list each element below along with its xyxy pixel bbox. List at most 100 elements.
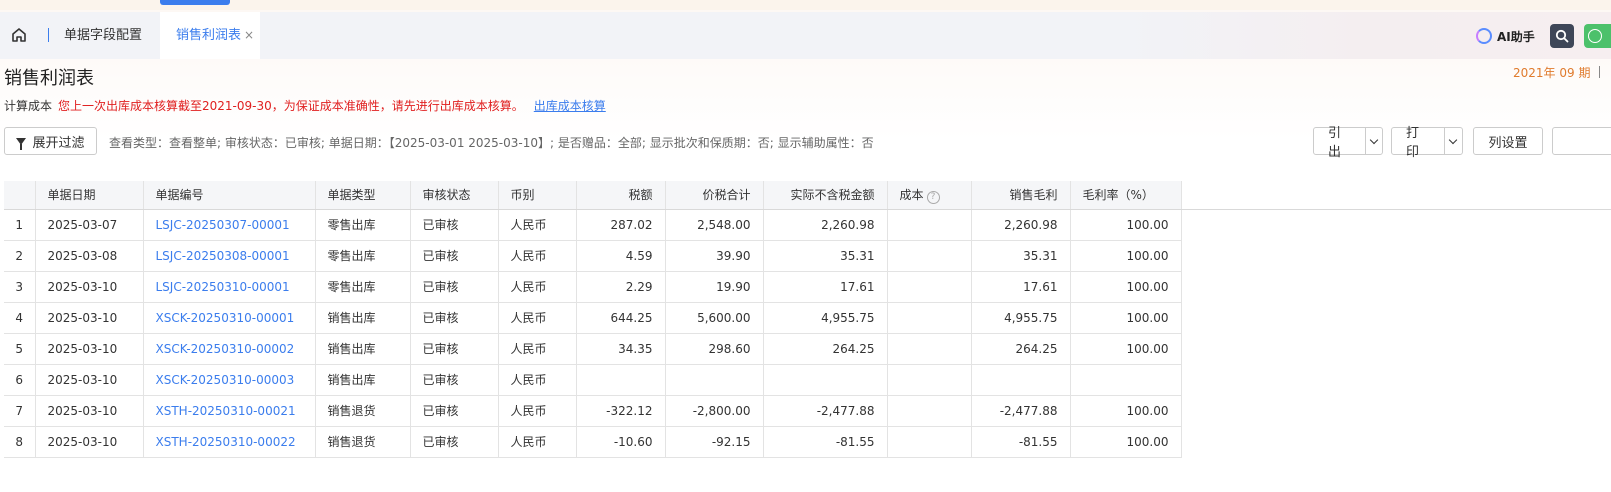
export-dropdown[interactable] <box>1364 128 1382 154</box>
column-header-cost[interactable]: 成本? <box>887 181 972 210</box>
status-cell: 已审核 <box>410 240 499 272</box>
cost-cell <box>887 364 972 396</box>
accounting-period[interactable]: 2021年 09 期 <box>1513 64 1590 81</box>
table-row[interactable]: 7 2025-03-10 XSTH-20250310-00021 销售退货 已审核 人民币… <box>4 395 1611 427</box>
export-button[interactable]: 引出 <box>1313 126 1383 160</box>
total-cell <box>665 364 764 396</box>
row-filler <box>1181 302 1611 333</box>
column-header-doctype[interactable]: 单据类型 <box>315 181 411 210</box>
tax-cell: 644.25 <box>576 302 666 334</box>
margin-cell: 100.00 <box>1070 333 1182 365</box>
report-table-container: 单据日期 单据编号 单据类型 审核状态 币别 税额 价税合计 实际不含税金额 成… <box>4 181 1611 492</box>
close-icon[interactable]: × <box>244 28 254 42</box>
date-cell: 2025-03-10 <box>35 364 144 396</box>
sales-profit-table: 单据日期 单据编号 单据类型 审核状态 币别 税额 价税合计 实际不含税金额 成… <box>4 181 1611 458</box>
status-cell: 已审核 <box>410 271 499 303</box>
table-row[interactable]: 5 2025-03-10 XSCK-20250310-00002 销售出库 已审核 人民币… <box>4 333 1611 365</box>
table-row[interactable]: 6 2025-03-10 XSCK-20250310-00003 销售出库 已审核 人民币 <box>4 364 1611 396</box>
table-row[interactable]: 8 2025-03-10 XSTH-20250310-00022 销售退货 已审核 人民币… <box>4 426 1611 458</box>
gross-profit-cell: 264.25 <box>971 333 1071 365</box>
more-button[interactable] <box>1552 127 1611 155</box>
cost-cell <box>887 240 972 272</box>
table-row[interactable]: 4 2025-03-10 XSCK-20250310-00001 销售出库 已审核 人民币… <box>4 302 1611 334</box>
currency-cell: 人民币 <box>498 271 577 303</box>
currency-cell: 人民币 <box>498 240 577 272</box>
doc-number-link[interactable]: XSTH-20250310-00021 <box>143 395 316 427</box>
margin-cell: 100.00 <box>1070 209 1182 241</box>
check-circle-icon <box>1588 29 1602 43</box>
export-label: 引出 <box>1328 126 1342 160</box>
doc-type-cell: 零售出库 <box>315 240 411 272</box>
print-button[interactable]: 打印 <box>1391 126 1463 160</box>
column-header-margin[interactable]: 毛利率（%） <box>1070 181 1182 210</box>
help-icon[interactable]: ? <box>926 190 940 204</box>
table-row[interactable]: 1 2025-03-07 LSJC-20250307-00001 零售出库 已审核 人民币… <box>4 209 1611 241</box>
total-cell: 19.90 <box>665 271 764 303</box>
column-header-net-amount[interactable]: 实际不含税金额 <box>763 181 888 210</box>
doc-type-cell: 销售出库 <box>315 333 411 365</box>
status-button[interactable] <box>1584 24 1611 48</box>
currency-cell: 人民币 <box>498 395 577 427</box>
print-dropdown[interactable] <box>1443 128 1462 154</box>
column-settings-button[interactable]: 列设置 <box>1473 127 1543 155</box>
filter-icon <box>16 137 27 150</box>
column-header-gross-profit[interactable]: 销售毛利 <box>971 181 1071 210</box>
tab-sales-profit[interactable]: 销售利润表 × <box>160 12 260 59</box>
tab-field-config[interactable]: 单据字段配置 <box>64 12 142 59</box>
page-title: 销售利润表 <box>4 68 94 89</box>
tax-cell: 2.29 <box>576 271 666 303</box>
active-menu-indicator <box>160 0 230 5</box>
column-header-tax[interactable]: 税额 <box>576 181 666 210</box>
ai-assistant-button[interactable]: AI助手 <box>1476 27 1535 45</box>
column-header-index <box>4 181 36 210</box>
row-index: 1 <box>4 209 36 241</box>
cost-cell <box>887 395 972 427</box>
doc-number-link[interactable]: LSJC-20250310-00001 <box>143 271 316 303</box>
doc-number-link[interactable]: LSJC-20250307-00001 <box>143 209 316 241</box>
doc-number-link[interactable]: XSCK-20250310-00003 <box>143 364 316 396</box>
gross-profit-cell: 35.31 <box>971 240 1071 272</box>
home-icon[interactable] <box>10 26 28 44</box>
column-header-status[interactable]: 审核状态 <box>410 181 499 210</box>
total-cell: 2,548.00 <box>665 209 764 241</box>
gross-profit-cell: -81.55 <box>971 426 1071 458</box>
column-header-filler <box>1181 181 1611 210</box>
row-index: 8 <box>4 426 36 458</box>
doc-number-link[interactable]: XSTH-20250310-00022 <box>143 426 316 458</box>
cost-accounting-link[interactable]: 出库成本核算 <box>534 99 606 113</box>
doc-type-cell: 零售出库 <box>315 271 411 303</box>
table-row[interactable]: 2 2025-03-08 LSJC-20250308-00001 零售出库 已审核 人民币… <box>4 240 1611 272</box>
ai-assistant-label: AI助手 <box>1497 29 1535 44</box>
net-amount-cell: -2,477.88 <box>763 395 888 427</box>
currency-cell: 人民币 <box>498 209 577 241</box>
tax-cell: 287.02 <box>576 209 666 241</box>
doc-number-link[interactable]: LSJC-20250308-00001 <box>143 240 316 272</box>
doc-number-link[interactable]: XSCK-20250310-00002 <box>143 333 316 365</box>
notice-prefix: 计算成本 <box>4 99 53 113</box>
divider <box>1599 66 1600 78</box>
gross-profit-cell <box>971 364 1071 396</box>
status-cell: 已审核 <box>410 395 499 427</box>
currency-cell: 人民币 <box>498 333 577 365</box>
row-index: 6 <box>4 364 36 396</box>
row-filler <box>1181 240 1611 271</box>
column-header-total[interactable]: 价税合计 <box>665 181 764 210</box>
row-filler <box>1181 395 1611 426</box>
column-header-date[interactable]: 单据日期 <box>35 181 144 210</box>
row-index: 3 <box>4 271 36 303</box>
currency-cell: 人民币 <box>498 364 577 396</box>
date-cell: 2025-03-08 <box>35 240 144 272</box>
expand-filter-button[interactable]: 展开过滤 <box>4 127 97 155</box>
doc-number-link[interactable]: XSCK-20250310-00001 <box>143 302 316 334</box>
net-amount-cell <box>763 364 888 396</box>
margin-cell: 100.00 <box>1070 395 1182 427</box>
date-cell: 2025-03-10 <box>35 333 144 365</box>
net-amount-cell: 264.25 <box>763 333 888 365</box>
doc-type-cell: 销售退货 <box>315 395 411 427</box>
column-header-docno[interactable]: 单据编号 <box>143 181 316 210</box>
table-row[interactable]: 3 2025-03-10 LSJC-20250310-00001 零售出库 已审核 人民币… <box>4 271 1611 303</box>
search-button[interactable] <box>1550 24 1574 48</box>
cost-header-label: 成本 <box>899 187 924 202</box>
column-header-currency[interactable]: 币别 <box>498 181 577 210</box>
row-index: 7 <box>4 395 36 427</box>
